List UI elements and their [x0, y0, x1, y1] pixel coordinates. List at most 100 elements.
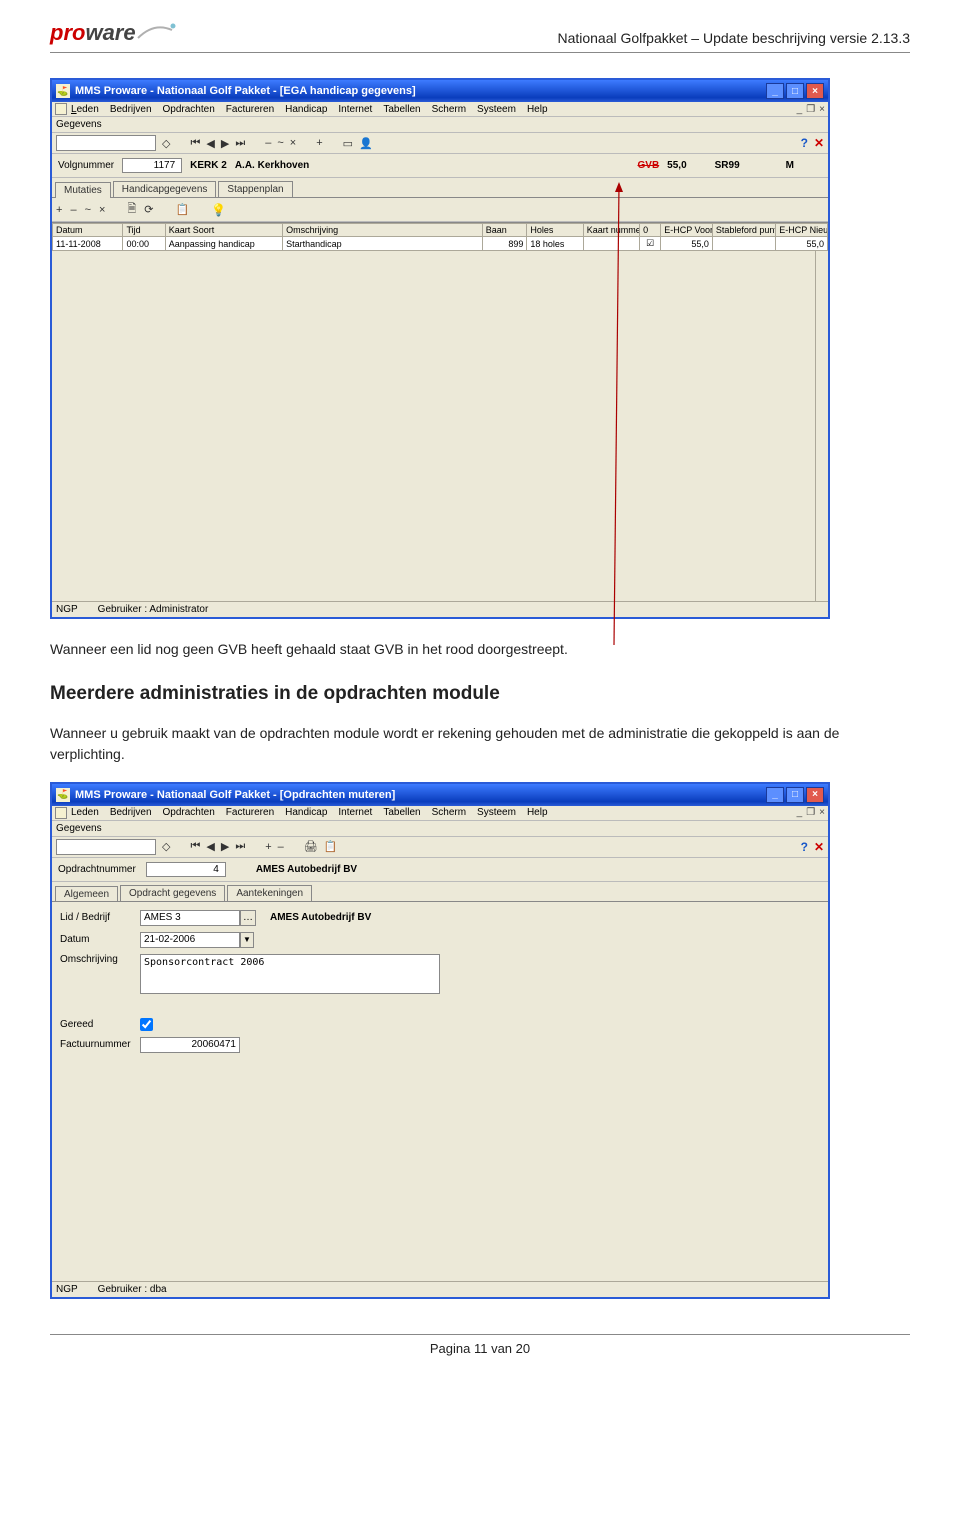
- menu-help[interactable]: Help: [527, 807, 548, 818]
- menu-handicap[interactable]: Handicap: [285, 807, 327, 818]
- menu-factureren[interactable]: Factureren: [226, 807, 274, 818]
- menu-factureren[interactable]: Factureren: [226, 104, 274, 115]
- lid-input[interactable]: [140, 910, 240, 926]
- minus-icon[interactable]: –: [265, 137, 271, 149]
- menu-internet[interactable]: Internet: [338, 104, 372, 115]
- mdi-close-icon[interactable]: ×: [819, 104, 825, 115]
- col-ehcp-voor[interactable]: E-HCP Voor: [661, 224, 713, 237]
- col-baan[interactable]: Baan: [482, 224, 527, 237]
- minimize-icon[interactable]: _: [766, 787, 784, 803]
- menu-handicap[interactable]: Handicap: [285, 104, 327, 115]
- plus-icon[interactable]: +: [316, 137, 322, 149]
- omschrijving-input[interactable]: Sponsorcontract 2006: [140, 954, 440, 994]
- date-dropdown-icon[interactable]: ▼: [240, 932, 254, 948]
- close-record-icon[interactable]: ✕: [814, 840, 824, 854]
- close-record-icon[interactable]: ✕: [814, 136, 824, 150]
- tab-mutaties[interactable]: Mutaties: [55, 182, 111, 198]
- mdi-restore-icon[interactable]: ❐: [806, 104, 815, 115]
- col-q[interactable]: 0: [640, 224, 661, 237]
- menu-leden[interactable]: Leden: [71, 104, 99, 115]
- menu-opdrachten[interactable]: Opdrachten: [163, 807, 215, 818]
- menu-tabellen[interactable]: Tabellen: [383, 104, 420, 115]
- logo-ware: ware: [85, 20, 135, 46]
- grid-doc-icon[interactable]: 🗎: [127, 200, 136, 219]
- grid-copy-icon[interactable]: 📋: [176, 203, 190, 216]
- col-omschrijving[interactable]: Omschrijving: [283, 224, 483, 237]
- menu-systeem[interactable]: Systeem: [477, 104, 516, 115]
- col-kaartnummer[interactable]: Kaart nummer: [583, 224, 639, 237]
- col-kaartsoort[interactable]: Kaart Soort: [165, 224, 282, 237]
- diamond-icon[interactable]: ◇: [162, 840, 170, 853]
- mdi-minimize-icon[interactable]: _: [797, 104, 803, 115]
- nav-next-icon[interactable]: ▶: [221, 840, 229, 853]
- print-icon[interactable]: 🖨: [304, 840, 318, 853]
- help-icon[interactable]: ?: [801, 136, 808, 150]
- datum-input[interactable]: [140, 932, 240, 948]
- nav-last-icon[interactable]: ⏭: [235, 840, 245, 853]
- search-input[interactable]: [56, 839, 156, 855]
- mdi-restore-icon[interactable]: ❐: [806, 807, 815, 818]
- close-icon[interactable]: ×: [806, 787, 824, 803]
- grid-add-icon[interactable]: +: [56, 204, 62, 216]
- tab-algemeen[interactable]: Algemeen: [55, 886, 118, 902]
- tab-opdracht-gegevens[interactable]: Opdracht gegevens: [120, 885, 225, 901]
- menu-bedrijven[interactable]: Bedrijven: [110, 807, 152, 818]
- help-icon[interactable]: ?: [801, 840, 808, 854]
- grid-remove-icon[interactable]: –: [70, 204, 76, 216]
- gereed-checkbox[interactable]: [140, 1018, 153, 1031]
- copy-icon[interactable]: 📋: [324, 840, 338, 853]
- menu-tabellen[interactable]: Tabellen: [383, 807, 420, 818]
- menu-leden[interactable]: Leden: [71, 807, 99, 818]
- titlebar[interactable]: ⛳ MMS Proware - Nationaal Golf Pakket - …: [52, 784, 828, 806]
- menu-opdrachten[interactable]: Opdrachten: [163, 104, 215, 115]
- nav-first-icon[interactable]: ⏮: [190, 137, 200, 150]
- menu-systeem[interactable]: Systeem: [477, 807, 516, 818]
- col-tijd[interactable]: Tijd: [123, 224, 165, 237]
- logo-pro: pro: [50, 20, 85, 46]
- nav-prev-icon[interactable]: ◀: [206, 137, 214, 150]
- scrollbar-vertical[interactable]: [815, 251, 828, 601]
- grid-refresh-icon[interactable]: ⟳: [144, 203, 153, 216]
- tab-stappenplan[interactable]: Stappenplan: [218, 181, 292, 197]
- mdi-minimize-icon[interactable]: _: [797, 807, 803, 818]
- tab-aantekeningen[interactable]: Aantekeningen: [227, 885, 312, 901]
- section-gegevens: Gegevens: [52, 117, 828, 133]
- statusbar: NGP Gebruiker : Administrator: [52, 601, 828, 617]
- minimize-icon[interactable]: _: [766, 83, 784, 99]
- minus-icon[interactable]: –: [278, 841, 284, 853]
- nav-next-icon[interactable]: ▶: [221, 137, 229, 150]
- menu-internet[interactable]: Internet: [338, 807, 372, 818]
- search-input[interactable]: [56, 135, 156, 151]
- mdi-close-icon[interactable]: ×: [819, 807, 825, 818]
- person-icon[interactable]: 👤: [359, 137, 373, 150]
- grid-edit-icon[interactable]: ~: [85, 204, 91, 216]
- factuurnr-input[interactable]: [140, 1037, 240, 1053]
- bulb-icon[interactable]: 💡: [211, 203, 226, 217]
- tab-handicapgegevens[interactable]: Handicapgegevens: [113, 181, 217, 197]
- lid-lookup-button[interactable]: …: [240, 910, 256, 926]
- col-ehcp-nieuw[interactable]: E-HCP Nieuw: [776, 224, 828, 237]
- nav-last-icon[interactable]: ⏭: [235, 137, 245, 150]
- col-holes[interactable]: Holes: [527, 224, 583, 237]
- card-icon[interactable]: ▭: [343, 137, 353, 150]
- grid-cancel-icon[interactable]: ×: [99, 204, 105, 216]
- menu-scherm[interactable]: Scherm: [432, 807, 466, 818]
- edit-icon[interactable]: ~: [277, 137, 283, 149]
- plus-icon[interactable]: +: [265, 841, 271, 853]
- maximize-icon[interactable]: □: [786, 83, 804, 99]
- diamond-icon[interactable]: ◇: [162, 137, 170, 150]
- maximize-icon[interactable]: □: [786, 787, 804, 803]
- table-row[interactable]: 11-11-2008 00:00 Aanpassing handicap Sta…: [53, 237, 828, 251]
- menu-help[interactable]: Help: [527, 104, 548, 115]
- cancel-icon[interactable]: ×: [290, 137, 296, 149]
- mutations-grid[interactable]: Datum Tijd Kaart Soort Omschrijving Baan…: [52, 222, 828, 601]
- nav-first-icon[interactable]: ⏮: [190, 840, 200, 853]
- titlebar[interactable]: ⛳ MMS Proware - Nationaal Golf Pakket - …: [52, 80, 828, 102]
- close-icon[interactable]: ×: [806, 83, 824, 99]
- mdi-app-icon: [55, 807, 67, 819]
- menu-scherm[interactable]: Scherm: [432, 104, 466, 115]
- col-datum[interactable]: Datum: [53, 224, 123, 237]
- menu-bedrijven[interactable]: Bedrijven: [110, 104, 152, 115]
- col-stableford[interactable]: Stableford punten: [712, 224, 775, 237]
- nav-prev-icon[interactable]: ◀: [206, 840, 214, 853]
